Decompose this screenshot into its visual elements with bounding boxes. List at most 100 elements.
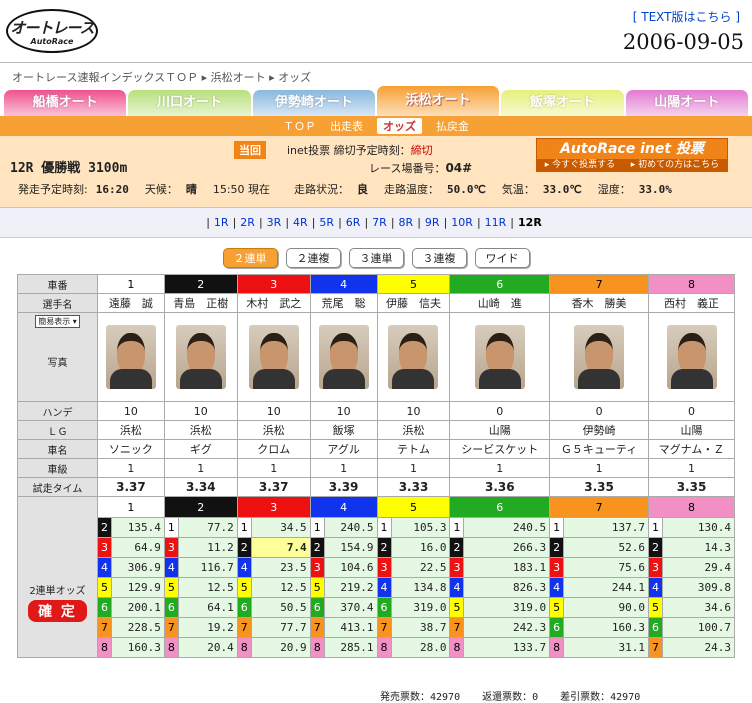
rider-name[interactable]: 伊藤 信夫 (376, 293, 451, 313)
race-link[interactable]: 6R (346, 216, 361, 229)
odds-cell[interactable]: 6 200.1 (97, 597, 165, 618)
odds-cell[interactable]: 4 309.8 (648, 577, 735, 598)
rider-photo[interactable] (318, 325, 369, 389)
rider-name[interactable]: 青島 正樹 (163, 293, 238, 313)
odds-cell[interactable]: 4 306.9 (97, 557, 165, 578)
race-link[interactable]: 3R (267, 216, 282, 229)
rider-photo[interactable] (666, 325, 717, 389)
venue-tab[interactable]: 山陽オート (625, 90, 748, 116)
race-link[interactable]: 2R (240, 216, 255, 229)
breadcrumb-venue[interactable]: 浜松オート (211, 71, 266, 84)
odds-cell[interactable]: 5 12.5 (163, 577, 238, 598)
odds-cell[interactable]: 8 160.3 (97, 637, 165, 658)
race-link[interactable]: 11R (485, 216, 507, 229)
odds-cell[interactable]: 3 75.6 (549, 557, 649, 578)
rider-photo[interactable] (175, 325, 226, 389)
odds-cell[interactable]: 3 11.2 (163, 537, 238, 558)
odds-cell[interactable]: 2 52.6 (549, 537, 649, 558)
subnav-item[interactable]: オッズ (377, 118, 422, 134)
odds-cell[interactable]: 4 116.7 (163, 557, 238, 578)
odds-cell[interactable]: 8 31.1 (549, 637, 649, 658)
odds-cell[interactable]: 6 100.7 (648, 617, 735, 638)
odds-cell[interactable]: 3 104.6 (309, 557, 378, 578)
odds-cell[interactable]: 5 319.0 (449, 597, 551, 618)
odds-cell[interactable]: 8 285.1 (309, 637, 378, 658)
odds-cell[interactable]: 7 24.3 (648, 637, 735, 658)
odds-cell[interactable]: 1 240.5 (309, 517, 378, 538)
odds-cell[interactable]: 4 826.3 (449, 577, 551, 598)
odds-cell[interactable]: 2 154.9 (309, 537, 378, 558)
bet-type-button[interactable]: ２連複 (285, 248, 341, 268)
venue-tab[interactable]: 飯塚オート (501, 90, 624, 116)
odds-cell[interactable]: 1 130.4 (648, 517, 735, 538)
subnav-item[interactable]: ＴＯＰ (283, 118, 316, 134)
bet-type-button[interactable]: ２連単 (222, 248, 278, 268)
odds-cell[interactable]: 8 28.0 (376, 637, 451, 658)
banner-vote-now-link[interactable]: ▸ 今すぐ投票する (545, 159, 615, 172)
odds-cell[interactable]: 4 23.5 (236, 557, 311, 578)
subnav-item[interactable]: 払戻金 (436, 118, 469, 134)
rider-name[interactable]: 遠藤 誠 (97, 293, 165, 313)
odds-cell[interactable]: 8 20.9 (236, 637, 311, 658)
odds-cell[interactable]: 1 105.3 (376, 517, 451, 538)
race-link[interactable]: 10R (451, 216, 473, 229)
rider-photo[interactable] (248, 325, 299, 389)
venue-tab[interactable]: 浜松オート (376, 86, 500, 116)
rider-name[interactable]: 山崎 進 (449, 293, 551, 313)
odds-cell[interactable]: 4 244.1 (549, 577, 649, 598)
race-link[interactable]: 1R (214, 216, 229, 229)
odds-cell[interactable]: 7 19.2 (163, 617, 238, 638)
race-link[interactable]: 9R (425, 216, 440, 229)
rider-photo[interactable] (105, 325, 156, 389)
odds-cell[interactable]: 7 413.1 (309, 617, 378, 638)
rider-name[interactable]: 荒尾 聡 (309, 293, 378, 313)
odds-cell[interactable]: 4 134.8 (376, 577, 451, 598)
odds-cell[interactable]: 6 319.0 (376, 597, 451, 618)
text-version-link[interactable]: [ TEXT版はこちら ] (633, 8, 740, 25)
race-link[interactable]: 8R (399, 216, 414, 229)
odds-cell[interactable]: 2 266.3 (449, 537, 551, 558)
rider-photo[interactable] (574, 325, 625, 389)
odds-cell[interactable]: 3 183.1 (449, 557, 551, 578)
odds-cell[interactable]: 7 242.3 (449, 617, 551, 638)
bet-type-button[interactable]: ３連複 (411, 248, 467, 268)
venue-tab[interactable]: 川口オート (128, 90, 251, 116)
odds-cell[interactable]: 2 16.0 (376, 537, 451, 558)
odds-cell[interactable]: 2 135.4 (97, 517, 165, 538)
odds-cell[interactable]: 7 77.7 (236, 617, 311, 638)
venue-tab[interactable]: 船橋オート (4, 90, 127, 116)
odds-cell[interactable]: 1 240.5 (449, 517, 551, 538)
odds-cell[interactable]: 3 64.9 (97, 537, 165, 558)
odds-cell[interactable]: 5 219.2 (309, 577, 378, 598)
race-link[interactable]: 12R (518, 216, 542, 229)
race-link[interactable]: 5R (319, 216, 334, 229)
odds-cell[interactable]: 8 133.7 (449, 637, 551, 658)
odds-cell[interactable]: 2 14.3 (648, 537, 735, 558)
odds-cell[interactable]: 1 34.5 (236, 517, 311, 538)
odds-cell[interactable]: 5 12.5 (236, 577, 311, 598)
race-link[interactable]: 7R (372, 216, 387, 229)
rider-name[interactable]: 香木 勝美 (549, 293, 649, 313)
odds-cell[interactable]: 3 22.5 (376, 557, 451, 578)
odds-cell[interactable]: 7 38.7 (376, 617, 451, 638)
rider-name[interactable]: 西村 義正 (648, 293, 735, 313)
autorace-logo[interactable]: オートレース AutoRace (6, 9, 98, 53)
odds-cell[interactable]: 6 50.5 (236, 597, 311, 618)
bet-type-button[interactable]: ワイド (474, 248, 530, 268)
odds-cell[interactable]: 5 129.9 (97, 577, 165, 598)
odds-cell[interactable]: 8 20.4 (163, 637, 238, 658)
bet-type-button[interactable]: ３連単 (348, 248, 404, 268)
rider-photo[interactable] (474, 325, 525, 389)
odds-cell[interactable]: 6 370.4 (309, 597, 378, 618)
odds-cell[interactable]: 6 64.1 (163, 597, 238, 618)
inet-banner[interactable]: AutoRace inet 投票 ▸ 今すぐ投票する ▸ 初めての方はこちら (536, 138, 728, 172)
display-mode-select[interactable]: 簡易表示 ▾ (35, 315, 80, 328)
venue-tab[interactable]: 伊勢崎オート (252, 90, 375, 116)
odds-cell[interactable]: 2 7.4 (236, 537, 311, 558)
race-link[interactable]: 4R (293, 216, 308, 229)
odds-cell[interactable]: 1 77.2 (163, 517, 238, 538)
rider-name[interactable]: 木村 武之 (236, 293, 311, 313)
odds-cell[interactable]: 5 34.6 (648, 597, 735, 618)
breadcrumb-top[interactable]: オートレース速報インデックスＴＯＰ (12, 71, 198, 84)
odds-cell[interactable]: 6 160.3 (549, 617, 649, 638)
